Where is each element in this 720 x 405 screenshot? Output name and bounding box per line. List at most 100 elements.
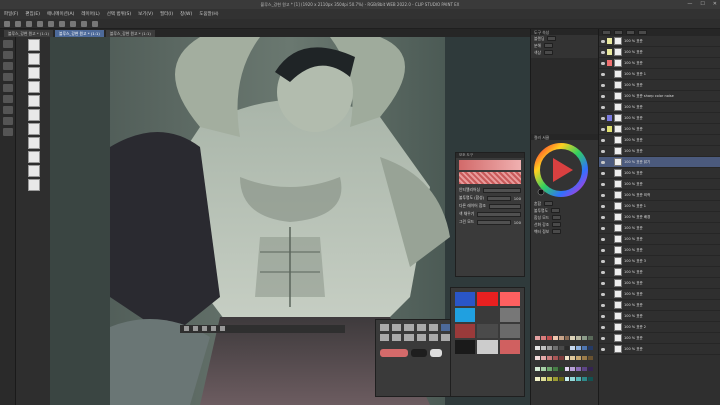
eye-icon[interactable] [601,83,605,87]
eye-icon[interactable] [601,182,605,186]
layer-prop-row[interactable]: 벡터 정보 [531,228,598,235]
layer-row[interactable]: 100 % 표준 외곽 [599,190,720,201]
color-swatch[interactable] [540,376,546,381]
color-swatch[interactable] [570,346,576,351]
color-swatch[interactable] [535,366,540,371]
layer-row[interactable]: 100 % 표준 [599,135,720,146]
layer-row[interactable]: 100 % 표준 [599,47,720,58]
layer-row[interactable]: 100 % 표준 [599,58,720,69]
text-tool-icon[interactable] [3,128,13,136]
page-thumbnail[interactable] [28,67,40,79]
color-swatch[interactable] [455,308,476,322]
eye-icon[interactable] [601,61,605,65]
color-swatch[interactable] [558,376,564,381]
fit-icon[interactable] [220,326,225,331]
color-swatch[interactable] [455,340,476,354]
deselect-icon[interactable] [81,20,87,27]
menu-file[interactable]: 파일(F) [4,11,18,17]
rotate-icon[interactable] [184,326,189,331]
figure-icon[interactable] [404,334,414,341]
color-swatch[interactable] [477,324,498,338]
color-swatch[interactable] [588,346,593,351]
layer-row[interactable]: 100 % 표준 [599,267,720,278]
color-swatch[interactable] [552,376,558,381]
color-swatch[interactable] [540,356,546,361]
layer-row[interactable]: 100 % 표준 [599,124,720,135]
color-swatch[interactable] [540,366,546,371]
layer-row[interactable]: 100 % 표준 밝기 [599,157,720,168]
new-file-icon[interactable] [4,20,10,27]
eye-icon[interactable] [601,248,605,252]
draw-mode-row[interactable]: 그린 모드 100 [456,218,524,226]
ruler-icon[interactable] [440,334,450,341]
layer-row[interactable]: 100 % 표준 [599,102,720,113]
color-swatch[interactable] [564,336,570,340]
zoom-out-icon[interactable] [211,326,216,331]
layer-row[interactable]: 100 % 표준 [599,278,720,289]
color-swatch[interactable] [455,324,476,338]
color-swatch[interactable] [588,336,593,340]
page-thumbnail[interactable] [28,151,40,163]
color-swatch[interactable] [582,356,588,361]
pen-icon[interactable] [380,324,390,331]
eye-icon[interactable] [601,292,605,296]
color-swatch[interactable] [535,356,540,361]
refer-layer-row[interactable]: 다른 레이어 참조 [456,202,524,210]
gradient-icon[interactable] [392,334,402,341]
eye-icon[interactable] [601,50,605,54]
eye-icon[interactable] [601,259,605,263]
menu-view[interactable]: 보기(V) [138,11,153,17]
layer-row[interactable]: 100 % 표준 [599,289,720,300]
airbrush-icon[interactable] [416,324,426,331]
color-swatch[interactable] [477,292,498,306]
main-color-chip[interactable] [380,349,408,357]
color-swatch[interactable] [564,366,570,371]
color-swatch[interactable] [552,346,558,351]
tab-document-1[interactable]: 블루스_강현 원고 * (1:1) [4,30,53,37]
eye-icon[interactable] [601,347,605,351]
color-swatch[interactable] [564,346,570,351]
layer-row[interactable]: 100 % 표준 sharp color noise [599,91,720,102]
layer-row[interactable]: 100 % 표준 [599,245,720,256]
invert-selection-icon[interactable] [92,20,98,27]
pen-tool-icon[interactable] [3,84,13,92]
color-swatch[interactable] [564,376,570,381]
eye-icon[interactable] [601,171,605,175]
fill-tool-icon[interactable] [3,117,13,125]
color-swatch[interactable] [499,308,520,322]
menu-edit[interactable]: 편집(E) [25,11,40,17]
menu-filter[interactable]: 필터(I) [160,11,173,17]
layer-row[interactable]: 100 % 표준 배경 [599,212,720,223]
page-thumbnail[interactable] [28,165,40,177]
layer-row[interactable]: 100 % 표준 [599,113,720,124]
eye-icon[interactable] [601,303,605,307]
page-thumbnail[interactable] [28,95,40,107]
tab-document-3[interactable]: 블루스_강현 원고 * (1:1) [105,30,155,37]
layer-row[interactable]: 100 % 표준 [599,146,720,157]
layer-row[interactable]: 100 % 표준 [599,333,720,344]
save-icon[interactable] [26,20,32,27]
text-icon[interactable] [416,334,426,341]
color-swatch[interactable] [576,346,582,351]
eye-icon[interactable] [601,94,605,98]
eraser-tool-icon[interactable] [3,106,13,114]
fill-icon[interactable] [380,334,390,341]
zoom-in-icon[interactable] [202,326,207,331]
maximize-button[interactable]: ☐ [700,1,704,7]
color-swatch[interactable] [552,336,558,340]
menu-window[interactable]: 창(W) [180,11,192,17]
balloon-icon[interactable] [428,334,438,341]
tab-document-2[interactable]: 블루스_강현 원고 * (1:1) [54,30,104,37]
flip-icon[interactable] [193,326,198,331]
color-swatch[interactable] [499,292,520,306]
color-swatch[interactable] [570,356,576,361]
color-swatch[interactable] [499,324,520,338]
eye-icon[interactable] [601,314,605,318]
eye-icon[interactable] [601,270,605,274]
menu-selection[interactable]: 선택 범위(S) [107,11,131,17]
eye-icon[interactable] [601,215,605,219]
color-swatch[interactable] [558,346,564,351]
eraser-icon[interactable] [440,324,450,331]
color-swatch[interactable] [540,346,546,351]
color-wheel[interactable] [531,140,599,200]
